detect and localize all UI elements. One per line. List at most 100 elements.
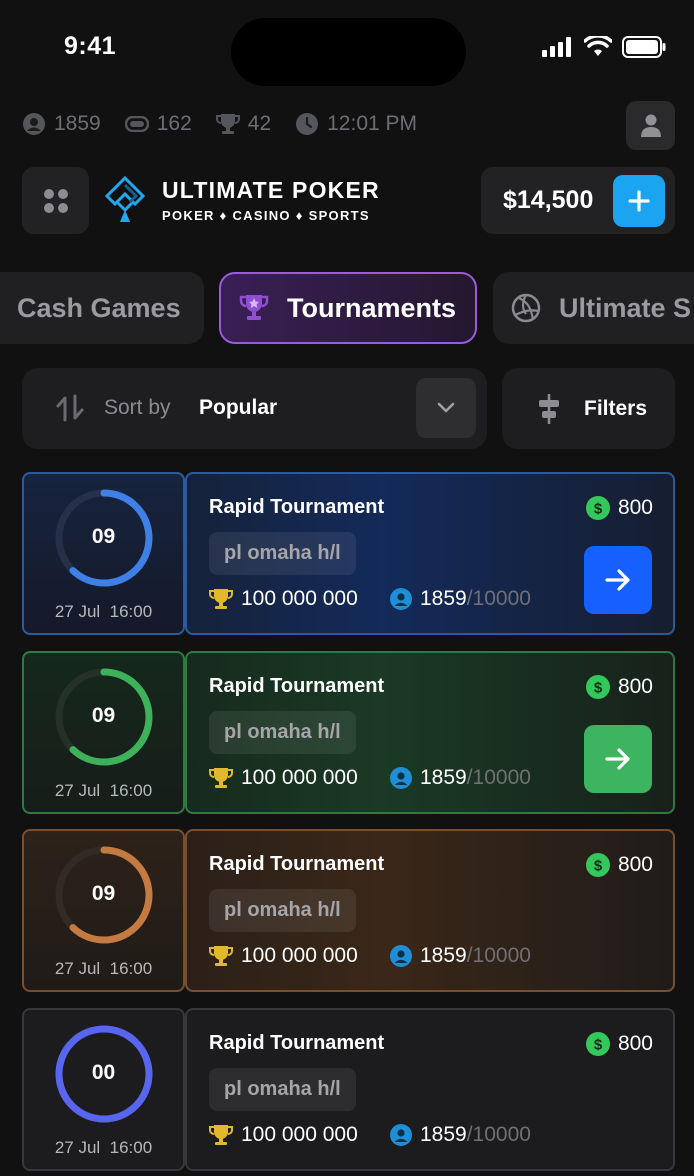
tab-label: Tournaments xyxy=(287,292,457,323)
wifi-icon xyxy=(584,36,612,56)
person-icon xyxy=(390,588,412,610)
player-count: 1859/10000 xyxy=(390,944,531,968)
trophy-icon xyxy=(209,767,233,788)
stat-value: 12:01 PM xyxy=(327,112,418,135)
sort-icon xyxy=(56,394,84,422)
start-date: 27 Jul xyxy=(54,602,101,621)
add-funds-button[interactable] xyxy=(613,175,665,227)
start-datetime: 27 Jul 16:00 xyxy=(24,959,183,979)
person-icon xyxy=(390,766,412,789)
prize-pool: 100 000 000 xyxy=(209,766,358,790)
arrow-right-icon xyxy=(605,747,630,770)
start-datetime: 27 Jul 16:00 xyxy=(24,602,183,622)
players-max: /10000 xyxy=(466,944,531,967)
chip-icon xyxy=(124,112,149,136)
tab-tournaments[interactable]: Tournaments xyxy=(219,272,477,344)
dollar-coin-icon: $ xyxy=(585,496,610,520)
tournament-info: Rapid Tournament pl omaha h/l 100 000 00… xyxy=(185,829,675,992)
countdown-panel: 09 27 Jul 16:00 xyxy=(22,472,185,635)
fee-value: 800 xyxy=(617,674,653,698)
spade-logo-icon xyxy=(104,175,146,222)
countdown-panel: 09 27 Jul 16:00 xyxy=(22,650,185,814)
filters-button[interactable]: Filters xyxy=(502,368,675,449)
battery-icon xyxy=(622,36,666,58)
brand-logo: ULTIMATE POKER POKER ♦ CASINO ♦ SPORTS xyxy=(102,175,380,225)
trophy-icon xyxy=(209,946,233,966)
buy-in-fee: $ 800 xyxy=(585,853,653,877)
start-time: 16:00 xyxy=(109,959,153,978)
volleyball-icon xyxy=(511,293,541,323)
prize-value: 100 000 000 xyxy=(241,944,358,967)
tournament-title: Rapid Tournament xyxy=(209,496,385,518)
signal-icon xyxy=(542,37,571,57)
filter-icon xyxy=(539,393,559,424)
svg-text:$: $ xyxy=(594,858,603,875)
stat-value: 42 xyxy=(247,112,272,135)
tab-label: Ultimate S xyxy=(559,292,692,323)
player-count: 1859/10000 xyxy=(390,587,531,611)
menu-button[interactable] xyxy=(22,167,89,234)
tab-ultimate-sports[interactable]: Ultimate S xyxy=(493,272,694,344)
countdown-value: 09 xyxy=(91,882,116,905)
prize-pool: 100 000 000 xyxy=(209,587,358,611)
start-datetime: 27 Jul 16:00 xyxy=(24,1138,183,1158)
start-date: 27 Jul xyxy=(54,959,101,978)
tournament-card[interactable]: 09 27 Jul 16:00 Rapid Tournament pl omah… xyxy=(22,829,675,992)
players-registered: 1859 xyxy=(420,587,467,610)
start-date: 27 Jul xyxy=(54,1137,101,1157)
stat-online-users: 1859 xyxy=(22,112,101,136)
player-count: 1859/10000 xyxy=(390,766,531,790)
logo-text: ULTIMATE POKER POKER ♦ CASINO ♦ SPORTS xyxy=(162,177,380,223)
person-icon xyxy=(390,1123,412,1146)
dynamic-island xyxy=(231,18,466,86)
dollar-coin-icon: $ xyxy=(585,1031,610,1056)
sort-control[interactable]: Sort by Popular xyxy=(22,368,487,449)
tournament-title: Rapid Tournament xyxy=(209,1031,385,1054)
prize-pool: 100 000 000 xyxy=(209,1123,358,1147)
user-icon xyxy=(640,114,661,137)
game-type-chip: pl omaha h/l xyxy=(209,710,356,754)
tournament-info: Rapid Tournament pl omaha h/l 100 000 00… xyxy=(185,472,675,635)
tournament-title: Rapid Tournament xyxy=(209,853,385,875)
join-tournament-button[interactable] xyxy=(584,546,652,614)
prize-pool: 100 000 000 xyxy=(209,944,358,968)
stat-value: 162 xyxy=(156,112,192,135)
players-registered: 1859 xyxy=(420,1122,467,1146)
trophy-icon xyxy=(209,1124,233,1145)
players-max: /10000 xyxy=(466,587,531,610)
fee-value: 800 xyxy=(617,853,653,876)
filters-label: Filters xyxy=(584,396,648,420)
dollar-coin-icon: $ xyxy=(585,853,610,877)
players-registered: 1859 xyxy=(420,765,467,789)
buy-in-fee: $ 800 xyxy=(585,674,653,699)
buy-in-fee: $ 800 xyxy=(585,496,653,520)
join-tournament-button[interactable] xyxy=(584,724,652,793)
stat-tables: 162 xyxy=(124,112,192,136)
countdown-panel: 09 27 Jul 16:00 xyxy=(22,829,185,992)
sort-dropdown-button[interactable] xyxy=(416,378,476,438)
fee-value: 800 xyxy=(617,496,653,519)
clock-icon xyxy=(295,112,319,136)
players-max: /10000 xyxy=(466,765,531,789)
stat-value: 1859 xyxy=(54,112,101,135)
countdown-value: 09 xyxy=(91,525,116,548)
tournament-card[interactable]: 00 27 Jul 16:00 Rapid Tournament pl omah… xyxy=(22,1007,675,1171)
person-icon xyxy=(22,112,46,136)
tournament-card[interactable]: 09 27 Jul 16:00 Rapid Tournament pl omah… xyxy=(22,650,675,814)
svg-text:$: $ xyxy=(594,679,603,696)
prize-value: 100 000 000 xyxy=(241,765,358,789)
tournament-info: Rapid Tournament pl omaha h/l 100 000 00… xyxy=(185,650,675,814)
person-icon xyxy=(390,945,412,967)
tournament-title: Rapid Tournament xyxy=(209,674,385,697)
stat-clock: 12:01 PM xyxy=(295,112,417,136)
fee-value: 800 xyxy=(617,1031,653,1055)
buy-in-fee: $ 800 xyxy=(585,1031,653,1056)
arrow-right-icon xyxy=(605,569,630,591)
prize-value: 100 000 000 xyxy=(241,587,358,610)
profile-button[interactable] xyxy=(626,101,675,150)
game-type-chip: pl omaha h/l xyxy=(209,889,356,932)
countdown-value: 09 xyxy=(91,703,116,727)
tab-cash-games[interactable]: Cash Games xyxy=(0,272,204,344)
players-max: /10000 xyxy=(466,1122,531,1146)
tournament-card[interactable]: 09 27 Jul 16:00 Rapid Tournament pl omah… xyxy=(22,472,675,635)
